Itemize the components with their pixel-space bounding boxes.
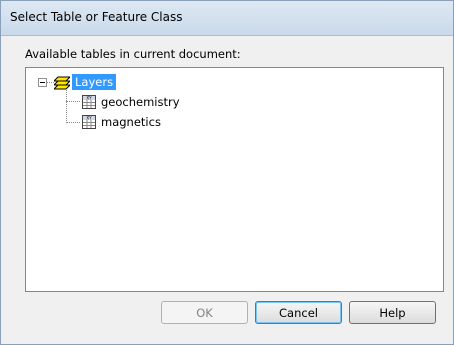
layers-icon xyxy=(54,76,70,90)
xy-table-icon: XY xyxy=(82,115,96,129)
tree-node-geochemistry[interactable]: geochemistry xyxy=(101,95,180,109)
svg-text:XY: XY xyxy=(86,116,92,121)
collapse-icon[interactable] xyxy=(38,78,47,87)
select-table-dialog: Select Table or Feature Class Available … xyxy=(0,0,454,345)
tree-node-layers[interactable]: Layers xyxy=(72,74,117,90)
dialog-title: Select Table or Feature Class xyxy=(10,10,183,24)
tree-connector xyxy=(66,90,67,123)
tree-connector xyxy=(66,122,80,123)
tables-caption: Available tables in current document: xyxy=(25,47,241,61)
xy-table-icon: XY xyxy=(82,95,96,109)
cancel-button[interactable]: Cancel xyxy=(255,301,342,324)
tree-connector xyxy=(47,82,54,83)
tree-node-magnetics[interactable]: magnetics xyxy=(101,115,161,129)
tree-connector xyxy=(66,101,80,102)
ok-button[interactable]: OK xyxy=(161,301,248,324)
help-button[interactable]: Help xyxy=(349,301,436,324)
table-tree[interactable]: Layers XY geochemistry XY magnetics xyxy=(25,67,444,292)
svg-text:XY: XY xyxy=(86,96,92,101)
title-bar[interactable]: Select Table or Feature Class xyxy=(1,1,453,36)
